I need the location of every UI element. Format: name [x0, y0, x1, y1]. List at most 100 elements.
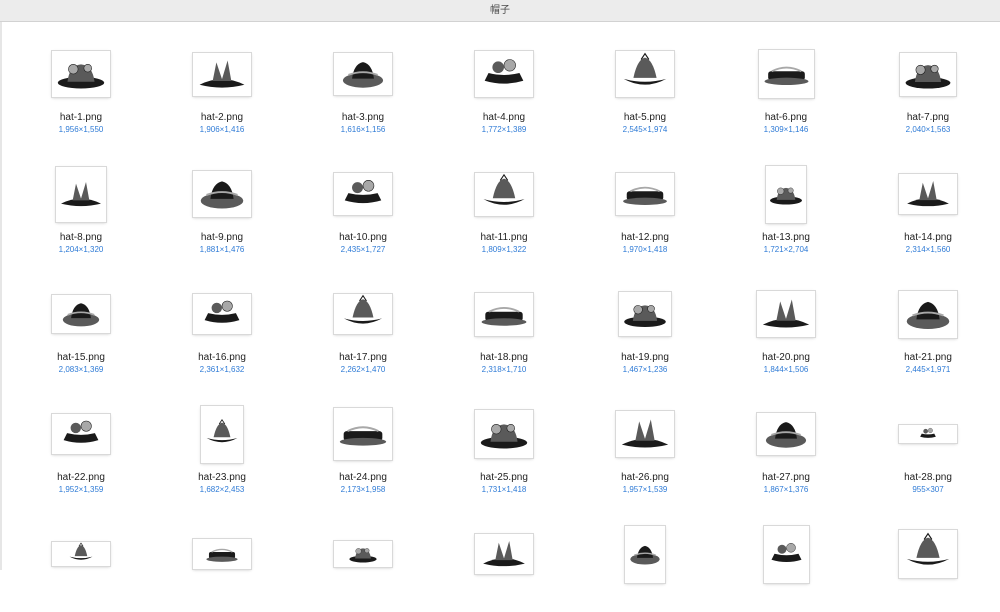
file-item[interactable]: hat-28.png 955×307	[868, 382, 988, 494]
file-item[interactable]	[303, 502, 423, 612]
file-name[interactable]: hat-14.png	[868, 232, 988, 244]
file-item[interactable]: hat-26.png 1,957×1,539	[585, 382, 705, 494]
file-item[interactable]	[726, 502, 846, 612]
file-name[interactable]: hat-1.png	[21, 112, 141, 124]
file-item[interactable]: hat-13.png 1,721×2,704	[726, 142, 846, 254]
file-item[interactable]: hat-21.png 2,445×1,971	[868, 262, 988, 374]
file-dimensions: 1,867×1,376	[763, 485, 809, 494]
hat-image-icon[interactable]	[616, 411, 674, 457]
hat-image-icon[interactable]	[763, 525, 809, 583]
file-item[interactable]: hat-22.png 1,952×1,359	[21, 382, 141, 494]
file-item[interactable]	[444, 502, 564, 612]
hat-image-icon[interactable]	[52, 414, 110, 454]
file-item[interactable]: hat-23.png 1,682×2,453	[162, 382, 282, 494]
file-name[interactable]: hat-7.png	[868, 112, 988, 124]
file-name[interactable]: hat-8.png	[21, 232, 141, 244]
hat-image-icon[interactable]	[899, 290, 957, 338]
hat-image-icon[interactable]	[334, 541, 392, 567]
hat-image-icon[interactable]	[334, 53, 392, 95]
file-name[interactable]: hat-19.png	[585, 352, 705, 364]
hat-image-icon[interactable]	[52, 542, 110, 566]
hat-image-icon[interactable]	[334, 173, 392, 215]
file-item[interactable]: hat-11.png 1,809×1,322	[444, 142, 564, 254]
hat-image-icon[interactable]	[625, 525, 665, 583]
file-item[interactable]: hat-18.png 2,318×1,710	[444, 262, 564, 374]
hat-image-icon[interactable]	[475, 51, 533, 97]
file-name[interactable]: hat-27.png	[726, 472, 846, 484]
file-name[interactable]: hat-2.png	[162, 112, 282, 124]
file-name[interactable]: hat-17.png	[303, 352, 423, 364]
hat-image-icon[interactable]	[766, 165, 806, 223]
window-titlebar[interactable]: 帽子	[0, 0, 1000, 22]
file-item[interactable]: hat-16.png 2,361×1,632	[162, 262, 282, 374]
file-name[interactable]: hat-24.png	[303, 472, 423, 484]
hat-image-icon[interactable]	[757, 413, 815, 455]
hat-image-icon[interactable]	[616, 51, 674, 97]
file-item[interactable]: hat-7.png 2,040×1,563	[868, 22, 988, 134]
file-name[interactable]: hat-4.png	[444, 112, 564, 124]
file-name[interactable]: hat-28.png	[868, 472, 988, 484]
hat-image-icon[interactable]	[193, 52, 251, 96]
hat-image-icon[interactable]	[900, 52, 956, 96]
hat-image-icon[interactable]	[201, 405, 243, 463]
file-name[interactable]: hat-22.png	[21, 472, 141, 484]
file-item[interactable]: hat-2.png 1,906×1,416	[162, 22, 282, 134]
hat-image-icon[interactable]	[52, 51, 110, 97]
hat-image-icon[interactable]	[758, 50, 814, 98]
hat-image-icon[interactable]	[475, 534, 533, 574]
file-name[interactable]: hat-3.png	[303, 112, 423, 124]
file-name[interactable]: hat-25.png	[444, 472, 564, 484]
hat-image-icon[interactable]	[899, 530, 957, 578]
hat-image-icon[interactable]	[619, 292, 671, 336]
hat-image-icon[interactable]	[193, 539, 251, 569]
file-item[interactable]: hat-15.png 2,083×1,369	[21, 262, 141, 374]
hat-image-icon[interactable]	[475, 410, 533, 458]
file-item[interactable]: hat-24.png 2,173×1,958	[303, 382, 423, 494]
file-item[interactable]: hat-25.png 1,731×1,418	[444, 382, 564, 494]
file-item[interactable]: hat-3.png 1,616×1,156	[303, 22, 423, 134]
file-name[interactable]: hat-10.png	[303, 232, 423, 244]
file-name[interactable]: hat-21.png	[868, 352, 988, 364]
file-name[interactable]: hat-20.png	[726, 352, 846, 364]
hat-image-icon[interactable]	[899, 174, 957, 214]
hat-image-icon[interactable]	[56, 166, 106, 222]
file-item[interactable]: hat-1.png 1,956×1,550	[21, 22, 141, 134]
file-name[interactable]: hat-6.png	[726, 112, 846, 124]
file-item[interactable]	[162, 502, 282, 612]
file-item[interactable]: hat-8.png 1,204×1,320	[21, 142, 141, 254]
file-item[interactable]: hat-19.png 1,467×1,236	[585, 262, 705, 374]
file-item[interactable]: hat-17.png 2,262×1,470	[303, 262, 423, 374]
hat-image-icon[interactable]	[193, 294, 251, 334]
file-name[interactable]: hat-26.png	[585, 472, 705, 484]
file-item[interactable]: hat-27.png 1,867×1,376	[726, 382, 846, 494]
file-name[interactable]: hat-23.png	[162, 472, 282, 484]
file-name[interactable]: hat-12.png	[585, 232, 705, 244]
file-name[interactable]: hat-9.png	[162, 232, 282, 244]
file-item[interactable]: hat-12.png 1,970×1,418	[585, 142, 705, 254]
hat-image-icon[interactable]	[899, 425, 957, 443]
file-item[interactable]: hat-9.png 1,881×1,476	[162, 142, 282, 254]
hat-image-icon[interactable]	[52, 295, 110, 333]
hat-image-icon[interactable]	[334, 294, 392, 334]
file-item[interactable]	[21, 502, 141, 612]
hat-image-icon[interactable]	[475, 172, 533, 216]
file-item[interactable]: hat-20.png 1,844×1,506	[726, 262, 846, 374]
file-item[interactable]: hat-4.png 1,772×1,389	[444, 22, 564, 134]
hat-image-icon[interactable]	[475, 292, 533, 336]
file-item[interactable]	[585, 502, 705, 612]
file-name[interactable]: hat-13.png	[726, 232, 846, 244]
file-name[interactable]: hat-15.png	[21, 352, 141, 364]
file-name[interactable]: hat-16.png	[162, 352, 282, 364]
hat-image-icon[interactable]	[193, 171, 251, 217]
file-item[interactable]	[868, 502, 988, 612]
hat-image-icon[interactable]	[334, 408, 392, 460]
file-item[interactable]: hat-6.png 1,309×1,146	[726, 22, 846, 134]
file-item[interactable]: hat-14.png 2,314×1,560	[868, 142, 988, 254]
hat-image-icon[interactable]	[616, 173, 674, 215]
file-name[interactable]: hat-11.png	[444, 232, 564, 244]
file-item[interactable]: hat-5.png 2,545×1,974	[585, 22, 705, 134]
file-name[interactable]: hat-18.png	[444, 352, 564, 364]
file-item[interactable]: hat-10.png 2,435×1,727	[303, 142, 423, 254]
file-name[interactable]: hat-5.png	[585, 112, 705, 124]
hat-image-icon[interactable]	[757, 291, 815, 337]
